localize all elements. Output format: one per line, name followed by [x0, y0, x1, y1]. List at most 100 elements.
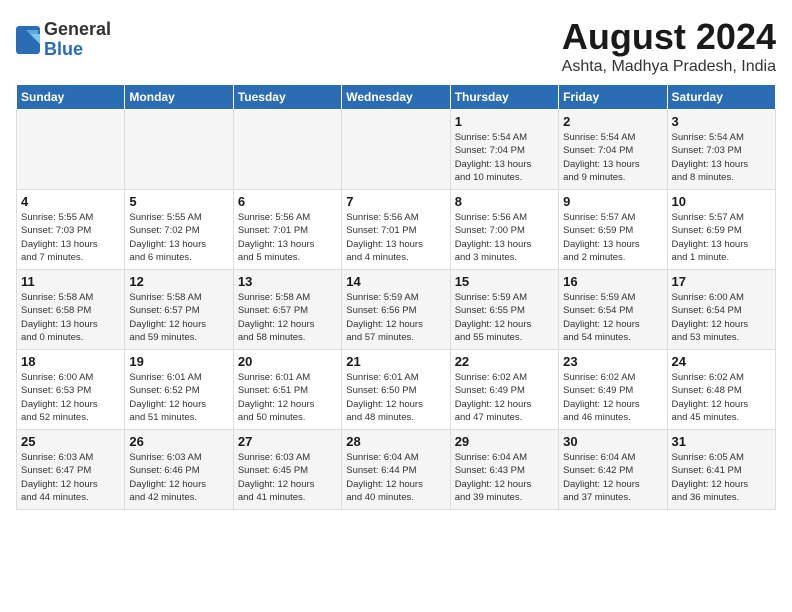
- day-number: 20: [238, 354, 337, 369]
- week-row-2: 4 Sunrise: 5:55 AM Sunset: 7:03 PM Daylig…: [17, 190, 776, 270]
- day-header-wednesday: Wednesday: [342, 85, 450, 110]
- calendar-cell: [125, 110, 233, 190]
- day-number: 24: [672, 354, 771, 369]
- day-info: Sunrise: 5:54 AM Sunset: 7:04 PM Dayligh…: [455, 131, 554, 184]
- calendar-cell: 25 Sunrise: 6:03 AM Sunset: 6:47 PM Dayli…: [17, 430, 125, 510]
- day-info: Sunrise: 5:57 AM Sunset: 6:59 PM Dayligh…: [672, 211, 771, 264]
- header: General Blue August 2024 Ashta, Madhya P…: [16, 16, 776, 76]
- day-info: Sunrise: 5:59 AM Sunset: 6:56 PM Dayligh…: [346, 291, 445, 344]
- week-row-1: 1 Sunrise: 5:54 AM Sunset: 7:04 PM Daylig…: [17, 110, 776, 190]
- calendar-cell: 7Sunrise: 5:56 AM Sunset: 7:01 PM Daylig…: [342, 190, 450, 270]
- logo-general: General: [44, 20, 111, 40]
- calendar-cell: 3Sunrise: 5:54 AM Sunset: 7:03 PM Daylig…: [667, 110, 775, 190]
- calendar-cell: [17, 110, 125, 190]
- day-info: Sunrise: 6:03 AM Sunset: 6:46 PM Dayligh…: [129, 451, 228, 504]
- day-number: 25: [21, 434, 120, 449]
- week-row-4: 18Sunrise: 6:00 AM Sunset: 6:53 PM Dayli…: [17, 350, 776, 430]
- day-number: 11: [21, 274, 120, 289]
- day-info: Sunrise: 6:02 AM Sunset: 6:49 PM Dayligh…: [455, 371, 554, 424]
- calendar-cell: 21 Sunrise: 6:01 AM Sunset: 6:50 PM Dayli…: [342, 350, 450, 430]
- day-number: 31: [672, 434, 771, 449]
- calendar-cell: [342, 110, 450, 190]
- page-subtitle: Ashta, Madhya Pradesh, India: [562, 58, 776, 76]
- calendar-cell: 9 Sunrise: 5:57 AM Sunset: 6:59 PM Daylig…: [559, 190, 667, 270]
- logo-text: General Blue: [44, 20, 111, 60]
- calendar-cell: [233, 110, 341, 190]
- week-row-3: 11 Sunrise: 5:58 AM Sunset: 6:58 PM Dayli…: [17, 270, 776, 350]
- day-header-tuesday: Tuesday: [233, 85, 341, 110]
- day-info: Sunrise: 6:03 AM Sunset: 6:45 PM Dayligh…: [238, 451, 337, 504]
- calendar-cell: 20 Sunrise: 6:01 AM Sunset: 6:51 PM Dayli…: [233, 350, 341, 430]
- calendar-cell: 5Sunrise: 5:55 AM Sunset: 7:02 PM Daylig…: [125, 190, 233, 270]
- day-header-monday: Monday: [125, 85, 233, 110]
- calendar-cell: 13 Sunrise: 5:58 AM Sunset: 6:57 PM Dayli…: [233, 270, 341, 350]
- day-info: Sunrise: 5:57 AM Sunset: 6:59 PM Dayligh…: [563, 211, 662, 264]
- calendar-cell: 10 Sunrise: 5:57 AM Sunset: 6:59 PM Dayli…: [667, 190, 775, 270]
- calendar-cell: 24 Sunrise: 6:02 AM Sunset: 6:48 PM Dayli…: [667, 350, 775, 430]
- day-number: 21: [346, 354, 445, 369]
- day-header-friday: Friday: [559, 85, 667, 110]
- day-info: Sunrise: 5:59 AM Sunset: 6:55 PM Dayligh…: [455, 291, 554, 344]
- day-number: 22: [455, 354, 554, 369]
- calendar-cell: 29Sunrise: 6:04 AM Sunset: 6:43 PM Dayli…: [450, 430, 558, 510]
- calendar-cell: 18Sunrise: 6:00 AM Sunset: 6:53 PM Dayli…: [17, 350, 125, 430]
- day-header-saturday: Saturday: [667, 85, 775, 110]
- day-number: 12: [129, 274, 228, 289]
- day-number: 10: [672, 194, 771, 209]
- title-area: August 2024 Ashta, Madhya Pradesh, India: [562, 16, 776, 76]
- calendar-cell: 12Sunrise: 5:58 AM Sunset: 6:57 PM Dayli…: [125, 270, 233, 350]
- day-info: Sunrise: 5:56 AM Sunset: 7:01 PM Dayligh…: [238, 211, 337, 264]
- day-number: 19: [129, 354, 228, 369]
- day-number: 26: [129, 434, 228, 449]
- day-number: 6: [238, 194, 337, 209]
- calendar-cell: 17Sunrise: 6:00 AM Sunset: 6:54 PM Dayli…: [667, 270, 775, 350]
- day-number: 14: [346, 274, 445, 289]
- day-info: Sunrise: 6:01 AM Sunset: 6:51 PM Dayligh…: [238, 371, 337, 424]
- logo: General Blue: [16, 20, 111, 60]
- day-number: 3: [672, 114, 771, 129]
- day-number: 15: [455, 274, 554, 289]
- calendar-cell: 14 Sunrise: 5:59 AM Sunset: 6:56 PM Dayli…: [342, 270, 450, 350]
- day-info: Sunrise: 5:59 AM Sunset: 6:54 PM Dayligh…: [563, 291, 662, 344]
- day-number: 23: [563, 354, 662, 369]
- day-info: Sunrise: 5:55 AM Sunset: 7:03 PM Dayligh…: [21, 211, 120, 264]
- calendar-cell: 26 Sunrise: 6:03 AM Sunset: 6:46 PM Dayli…: [125, 430, 233, 510]
- calendar-table: SundayMondayTuesdayWednesdayThursdayFrid…: [16, 84, 776, 510]
- day-info: Sunrise: 6:05 AM Sunset: 6:41 PM Dayligh…: [672, 451, 771, 504]
- calendar-cell: 28 Sunrise: 6:04 AM Sunset: 6:44 PM Dayli…: [342, 430, 450, 510]
- day-number: 29: [455, 434, 554, 449]
- calendar-cell: 1 Sunrise: 5:54 AM Sunset: 7:04 PM Daylig…: [450, 110, 558, 190]
- day-info: Sunrise: 6:01 AM Sunset: 6:50 PM Dayligh…: [346, 371, 445, 424]
- day-info: Sunrise: 5:58 AM Sunset: 6:57 PM Dayligh…: [238, 291, 337, 344]
- logo-icon: [16, 26, 40, 54]
- calendar-cell: 15 Sunrise: 5:59 AM Sunset: 6:55 PM Dayli…: [450, 270, 558, 350]
- page-title: August 2024: [562, 16, 776, 58]
- day-number: 4: [21, 194, 120, 209]
- day-info: Sunrise: 6:04 AM Sunset: 6:44 PM Dayligh…: [346, 451, 445, 504]
- header-row: SundayMondayTuesdayWednesdayThursdayFrid…: [17, 85, 776, 110]
- calendar-cell: 8Sunrise: 5:56 AM Sunset: 7:00 PM Daylig…: [450, 190, 558, 270]
- calendar-cell: 6 Sunrise: 5:56 AM Sunset: 7:01 PM Daylig…: [233, 190, 341, 270]
- day-info: Sunrise: 6:02 AM Sunset: 6:48 PM Dayligh…: [672, 371, 771, 424]
- calendar-cell: 31 Sunrise: 6:05 AM Sunset: 6:41 PM Dayli…: [667, 430, 775, 510]
- calendar-cell: 22 Sunrise: 6:02 AM Sunset: 6:49 PM Dayli…: [450, 350, 558, 430]
- calendar-cell: 2 Sunrise: 5:54 AM Sunset: 7:04 PM Daylig…: [559, 110, 667, 190]
- day-number: 13: [238, 274, 337, 289]
- day-number: 8: [455, 194, 554, 209]
- logo-blue: Blue: [44, 40, 111, 60]
- calendar-cell: 27Sunrise: 6:03 AM Sunset: 6:45 PM Dayli…: [233, 430, 341, 510]
- day-number: 16: [563, 274, 662, 289]
- day-info: Sunrise: 6:02 AM Sunset: 6:49 PM Dayligh…: [563, 371, 662, 424]
- day-info: Sunrise: 6:03 AM Sunset: 6:47 PM Dayligh…: [21, 451, 120, 504]
- day-number: 1: [455, 114, 554, 129]
- day-number: 2: [563, 114, 662, 129]
- day-number: 18: [21, 354, 120, 369]
- calendar-cell: 19Sunrise: 6:01 AM Sunset: 6:52 PM Dayli…: [125, 350, 233, 430]
- day-info: Sunrise: 5:54 AM Sunset: 7:04 PM Dayligh…: [563, 131, 662, 184]
- day-number: 28: [346, 434, 445, 449]
- calendar-cell: 4 Sunrise: 5:55 AM Sunset: 7:03 PM Daylig…: [17, 190, 125, 270]
- day-info: Sunrise: 5:56 AM Sunset: 7:01 PM Dayligh…: [346, 211, 445, 264]
- day-info: Sunrise: 6:04 AM Sunset: 6:42 PM Dayligh…: [563, 451, 662, 504]
- day-number: 9: [563, 194, 662, 209]
- day-info: Sunrise: 5:58 AM Sunset: 6:58 PM Dayligh…: [21, 291, 120, 344]
